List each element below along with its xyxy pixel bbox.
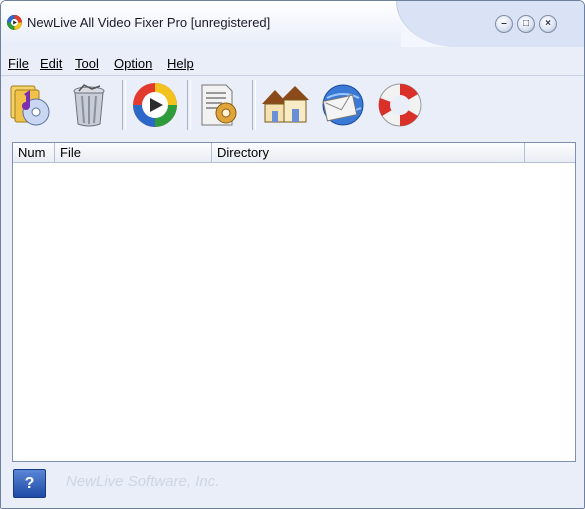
toolbar-separator — [252, 80, 256, 130]
email-globe-icon — [322, 84, 364, 126]
status-bar: ? NewLive Software, Inc. — [1, 463, 584, 508]
menu-file-label: File — [8, 56, 29, 71]
brand-watermark: NewLive Software, Inc. — [66, 473, 220, 490]
add-files-button[interactable] — [5, 78, 57, 132]
menu-help[interactable]: Help — [167, 56, 194, 71]
homepage-houses-icon — [262, 86, 309, 123]
app-icon — [7, 15, 22, 30]
maximize-button[interactable]: □ — [517, 15, 535, 33]
options-button[interactable] — [193, 78, 245, 132]
menu-edit[interactable]: Edit — [40, 56, 62, 71]
support-button[interactable] — [374, 78, 426, 132]
fix-video-button[interactable] — [129, 78, 181, 132]
menu-tool-label: Tool — [75, 56, 99, 71]
minimize-button[interactable]: – — [495, 15, 513, 33]
menu-bar: File Edit Tool Option Help — [1, 51, 584, 76]
column-header-directory[interactable]: Directory — [212, 143, 525, 162]
list-header: Num File Directory — [13, 143, 575, 163]
add-files-icon — [10, 85, 50, 126]
toolbar-separator — [187, 80, 191, 130]
email-button[interactable] — [317, 78, 369, 132]
homepage-button[interactable] — [259, 78, 311, 132]
column-header-num[interactable]: Num — [13, 143, 55, 162]
menu-option-label: Option — [114, 56, 153, 71]
toolbar — [1, 76, 584, 136]
play-video-icon — [133, 83, 177, 127]
file-list[interactable]: Num File Directory — [12, 142, 576, 462]
menu-file[interactable]: File — [8, 56, 29, 71]
settings-document-icon — [201, 84, 237, 126]
window-title: NewLive All Video Fixer Pro [unregistere… — [27, 15, 271, 30]
close-button[interactable]: × — [539, 15, 557, 33]
menu-option[interactable]: Option — [114, 56, 152, 71]
menu-tool[interactable]: Tool — [75, 56, 99, 71]
toolbar-separator — [122, 80, 126, 130]
menu-edit-label: Edit — [40, 56, 63, 71]
column-header-file[interactable]: File — [55, 143, 212, 162]
app-window: NewLive All Video Fixer Pro [unregistere… — [0, 0, 585, 509]
menu-help-label: Help — [167, 56, 194, 71]
help-lifebuoy-icon — [378, 83, 422, 127]
remove-button[interactable] — [63, 78, 115, 132]
question-icon: ? — [24, 474, 35, 492]
recycle-bin-icon — [73, 84, 105, 127]
title-bar[interactable]: NewLive All Video Fixer Pro [unregistere… — [1, 1, 584, 47]
help-button[interactable]: ? — [13, 469, 46, 498]
